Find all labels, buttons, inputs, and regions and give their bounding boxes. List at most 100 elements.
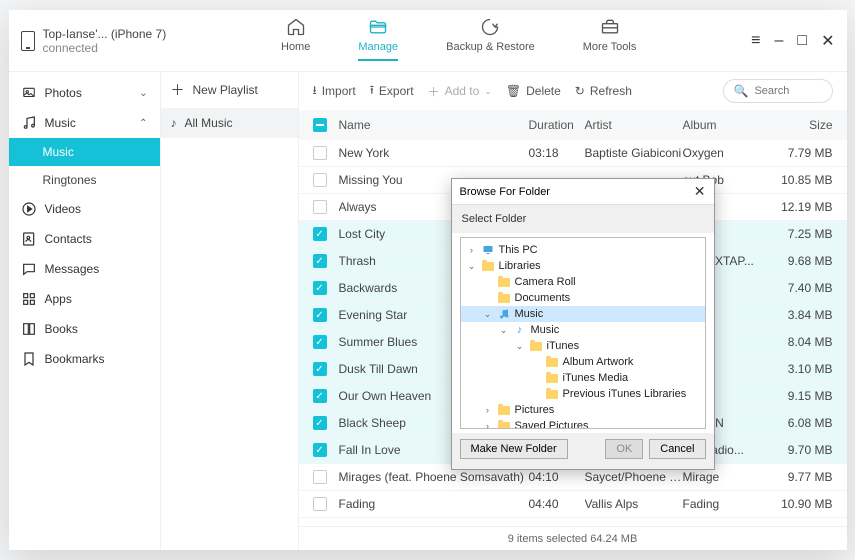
- tree-item[interactable]: Previous iTunes Libraries: [461, 386, 705, 402]
- tree-label: Music: [531, 324, 560, 336]
- sidebar-music-sub[interactable]: Music: [9, 138, 160, 166]
- tree-item[interactable]: Album Artwork: [461, 354, 705, 370]
- dialog-close-button[interactable]: ✕: [694, 183, 706, 200]
- tree-folder-icon: [497, 404, 511, 416]
- app-window: Top-Ianse'... (iPhone 7) connected Home …: [9, 10, 847, 550]
- nav-home[interactable]: Home: [281, 17, 310, 65]
- ok-button[interactable]: OK: [605, 439, 643, 459]
- row-checkbox[interactable]: ✓: [313, 281, 327, 295]
- row-checkbox[interactable]: ✓: [313, 227, 327, 241]
- row-checkbox[interactable]: [313, 146, 327, 160]
- row-checkbox[interactable]: ✓: [313, 308, 327, 322]
- col-duration[interactable]: Duration: [529, 118, 585, 132]
- cell-album: Fading: [683, 497, 769, 511]
- select-all-checkbox[interactable]: [313, 118, 327, 132]
- import-icon: ⭳: [313, 81, 317, 102]
- tree-item[interactable]: Documents: [461, 290, 705, 306]
- tree-folder-icon: [529, 340, 543, 352]
- tree-item[interactable]: › Saved Pictures: [461, 418, 705, 429]
- refresh-button[interactable]: ↻Refresh: [575, 84, 632, 98]
- nav-manage[interactable]: Manage: [358, 17, 398, 65]
- tree-label: Previous iTunes Libraries: [563, 388, 687, 400]
- cell-size: 9.77 MB: [769, 470, 833, 484]
- tree-item[interactable]: ⌄♪Music: [461, 322, 705, 338]
- apps-icon: [21, 291, 37, 307]
- cell-artist: Vallis Alps: [585, 497, 683, 511]
- tree-arrow-icon[interactable]: ⌄: [483, 309, 493, 320]
- tree-label: Documents: [515, 292, 571, 304]
- search-icon: 🔍: [734, 84, 749, 98]
- all-music[interactable]: ♪All Music: [161, 108, 298, 138]
- delete-button[interactable]: 🗑Delete: [506, 84, 561, 98]
- sidebar-messages[interactable]: Messages: [9, 254, 160, 284]
- sidebar-videos[interactable]: Videos: [9, 194, 160, 224]
- tree-label: Saved Pictures: [515, 420, 589, 429]
- row-checkbox[interactable]: ✓: [313, 362, 327, 376]
- export-icon: ⭱: [370, 81, 374, 102]
- maximize-button[interactable]: □: [797, 32, 807, 50]
- tree-arrow-icon[interactable]: ⌄: [515, 341, 525, 352]
- row-checkbox[interactable]: [313, 173, 327, 187]
- add-to-button[interactable]: ＋Add to⌄: [428, 83, 492, 100]
- cell-artist: Baptiste Giabiconi: [585, 146, 683, 160]
- row-checkbox[interactable]: [313, 470, 327, 484]
- tree-item[interactable]: Camera Roll: [461, 274, 705, 290]
- col-name[interactable]: Name: [339, 118, 529, 132]
- device-info[interactable]: Top-Ianse'... (iPhone 7) connected: [21, 27, 167, 55]
- row-checkbox[interactable]: [313, 200, 327, 214]
- nav-backup[interactable]: Backup & Restore: [446, 17, 535, 65]
- chevron-down-icon: ⌄: [484, 86, 492, 97]
- row-checkbox[interactable]: ✓: [313, 443, 327, 457]
- tree-item[interactable]: ⌄iTunes: [461, 338, 705, 354]
- music-note-icon: ♪: [171, 116, 177, 130]
- cell-duration: 04:10: [529, 470, 585, 484]
- sidebar-apps[interactable]: Apps: [9, 284, 160, 314]
- table-row[interactable]: Fading04:40Vallis AlpsFading10.90 MB: [299, 491, 847, 518]
- cell-size: 6.08 MB: [769, 416, 833, 430]
- row-checkbox[interactable]: ✓: [313, 254, 327, 268]
- plus-icon: ＋: [428, 83, 440, 100]
- cancel-button[interactable]: Cancel: [649, 439, 705, 459]
- sidebar-music[interactable]: Music⌃: [9, 108, 160, 138]
- col-artist[interactable]: Artist: [585, 118, 683, 132]
- export-button[interactable]: ⭱Export: [370, 81, 414, 102]
- tree-item[interactable]: ⌄Libraries: [461, 258, 705, 274]
- sidebar-photos[interactable]: Photos⌄: [9, 78, 160, 108]
- tree-arrow-icon[interactable]: ⌄: [499, 325, 509, 336]
- dialog-buttons: Make New Folder OK Cancel: [452, 433, 714, 469]
- sidebar-bookmarks[interactable]: Bookmarks: [9, 344, 160, 374]
- tree-arrow-icon[interactable]: ⌄: [467, 261, 477, 272]
- tree-arrow-icon[interactable]: ›: [467, 245, 477, 255]
- cell-size: 12.19 MB: [769, 200, 833, 214]
- sidebar-contacts[interactable]: Contacts: [9, 224, 160, 254]
- tree-item[interactable]: iTunes Media: [461, 370, 705, 386]
- tree-item[interactable]: ⌄Music: [461, 306, 705, 322]
- nav-tools[interactable]: More Tools: [583, 17, 637, 65]
- search-input[interactable]: [754, 85, 824, 97]
- sidebar-ringtones[interactable]: Ringtones: [9, 166, 160, 194]
- tree-item[interactable]: ›This PC: [461, 242, 705, 258]
- tree-arrow-icon[interactable]: ›: [483, 421, 493, 429]
- row-checkbox[interactable]: ✓: [313, 335, 327, 349]
- tree-arrow-icon[interactable]: ›: [483, 405, 493, 415]
- menu-button[interactable]: ≡: [751, 32, 760, 50]
- new-playlist[interactable]: ＋New Playlist: [161, 72, 298, 108]
- sidebar-books[interactable]: Books: [9, 314, 160, 344]
- close-button[interactable]: ✕: [821, 31, 834, 51]
- dialog-titlebar[interactable]: Browse For Folder ✕: [452, 179, 714, 205]
- make-new-folder-button[interactable]: Make New Folder: [460, 439, 568, 459]
- row-checkbox[interactable]: ✓: [313, 416, 327, 430]
- toolbar: ⭳Import ⭱Export ＋Add to⌄ 🗑Delete ↻Refres…: [299, 72, 847, 110]
- tree-folder-icon: [545, 372, 559, 384]
- search-box[interactable]: 🔍: [723, 79, 833, 103]
- tree-item[interactable]: ›Pictures: [461, 402, 705, 418]
- table-row[interactable]: New York03:18Baptiste GiabiconiOxygen7.7…: [299, 140, 847, 167]
- col-album[interactable]: Album: [683, 118, 769, 132]
- minimize-button[interactable]: –: [775, 32, 784, 50]
- col-size[interactable]: Size: [769, 118, 833, 132]
- cell-album: Oxygen: [683, 146, 769, 160]
- row-checkbox[interactable]: [313, 497, 327, 511]
- row-checkbox[interactable]: ✓: [313, 389, 327, 403]
- folder-tree[interactable]: ›This PC⌄LibrariesCamera RollDocuments⌄M…: [460, 237, 706, 429]
- import-button[interactable]: ⭳Import: [313, 81, 356, 102]
